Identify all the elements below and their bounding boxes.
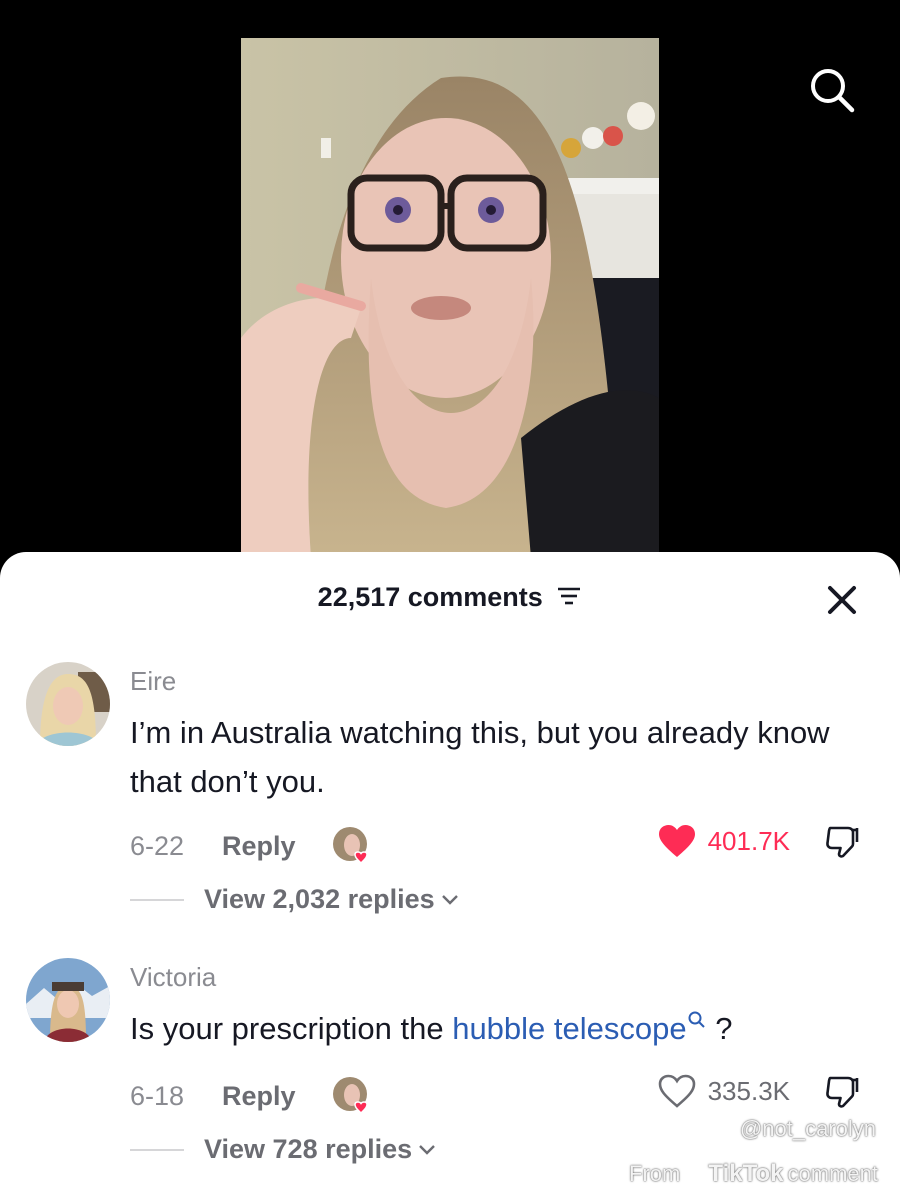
dislike-icon (826, 1076, 859, 1108)
comment-meta: 6-22 Reply (130, 826, 372, 866)
comment-meta: 6-18 Reply (130, 1076, 372, 1116)
search-icon (811, 69, 855, 113)
like-button[interactable]: 401.7K (658, 824, 790, 858)
like-count: 335.3K (707, 1075, 790, 1106)
tiktok-watermark: From TikTok comment (629, 1160, 878, 1188)
comment-text: I’m in Australia watching this, but you … (130, 715, 830, 799)
avatar-image (26, 958, 110, 1042)
reply-button[interactable]: Reply (222, 1081, 296, 1112)
view-replies-label: View 728 replies (204, 1134, 413, 1164)
chevron-down-icon (441, 894, 458, 905)
watermark-suffix: comment (787, 1161, 878, 1186)
view-replies-label: View 2,032 replies (204, 884, 435, 914)
watermark-brand: TikTok (708, 1160, 784, 1187)
filter-icon (558, 588, 581, 605)
filter-button[interactable] (556, 583, 582, 614)
video-frame-image (241, 38, 659, 558)
reply-button[interactable]: Reply (222, 831, 296, 862)
comment-count: 22,517 comments (317, 582, 543, 612)
video-player[interactable] (0, 0, 900, 560)
avatar[interactable] (26, 958, 110, 1042)
video-frame[interactable] (241, 38, 659, 558)
divider (130, 1148, 184, 1151)
comment-username[interactable]: Victoria (130, 962, 216, 993)
creator-liked-avatar (332, 826, 372, 866)
close-icon (828, 586, 856, 614)
divider (130, 898, 184, 901)
creator-watermark: @not_carolyn (739, 1116, 876, 1141)
view-replies-button[interactable]: View 2,032 replies (130, 884, 459, 915)
dislike-button[interactable] (824, 824, 860, 860)
comment-date: 6-22 (130, 830, 185, 861)
dislike-icon (826, 826, 859, 858)
view-replies-button[interactable]: View 728 replies (130, 1134, 436, 1165)
dislike-button[interactable] (824, 1074, 860, 1110)
avatar[interactable] (26, 662, 110, 746)
search-suggestion-icon (688, 1011, 705, 1028)
like-count: 401.7K (707, 825, 790, 856)
heart-icon (658, 825, 695, 857)
close-button[interactable] (824, 582, 860, 618)
comments-header: 22,517 comments (0, 582, 900, 614)
tiktok-logo-icon (684, 1163, 702, 1185)
comment-text-end: ? (706, 1011, 733, 1046)
comment-date: 6-18 (130, 1080, 185, 1111)
avatar-image (26, 662, 110, 746)
search-button[interactable] (804, 62, 860, 118)
heart-outline-icon (658, 1074, 695, 1108)
creator-liked-badge-icon (332, 1077, 368, 1115)
comments-sheet: 22,517 comments Eire I’m in Australia wa… (0, 552, 900, 1200)
like-button[interactable]: 335.3K (658, 1074, 790, 1108)
creator-liked-avatar (332, 1076, 372, 1116)
search-suggestion-link[interactable]: hubble telescope (452, 1011, 686, 1046)
creator-liked-badge-icon (332, 827, 368, 865)
comment-text: Is your prescription the hubble telescop… (130, 1004, 870, 1053)
chevron-down-icon (419, 1144, 436, 1155)
comment-username[interactable]: Eire (130, 666, 176, 697)
comment-text-start: Is your prescription the (130, 1011, 453, 1046)
watermark-from: From (629, 1161, 681, 1186)
